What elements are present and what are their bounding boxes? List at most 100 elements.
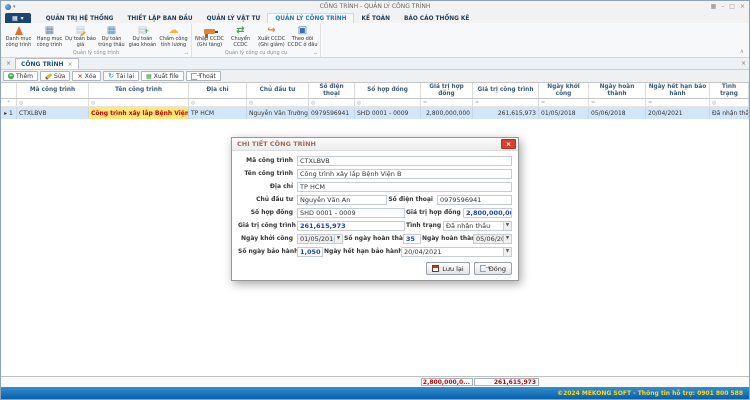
ngay-hoan-thanh-picker[interactable]: 05/06/2018 ▼	[473, 234, 512, 244]
column-header[interactable]: Mã công trình	[17, 83, 89, 98]
add-button[interactable]: + Thêm	[3, 71, 38, 81]
filter-cell[interactable]: =	[421, 99, 473, 106]
column-header[interactable]: Địa chỉ	[189, 83, 247, 98]
cell-ngay-hoan-thanh[interactable]: 05/06/2018	[589, 107, 646, 119]
close-panel-icon[interactable]: ×	[741, 60, 746, 67]
column-header[interactable]: Số hợp đồng	[355, 83, 421, 98]
column-header[interactable]: Ngày hoàn thành	[589, 83, 646, 98]
so-dien-thoai-field[interactable]: 0979596941	[437, 195, 512, 205]
so-ngay-bao-hanh-field[interactable]: 1,050	[297, 247, 323, 257]
row-marker-cell: ▸ 1	[1, 107, 17, 119]
tab-bao-cao-thong-ke[interactable]: BÁO CÁO THỐNG KÊ	[397, 14, 476, 23]
cell-ngay-het-han-bao-hanh[interactable]: 20/04/2021	[646, 107, 710, 119]
filter-cell[interactable]: ◎	[17, 99, 89, 106]
dialog-launcher-icon[interactable]: ⌐	[313, 50, 317, 56]
chu-dau-tu-field[interactable]: Nguyễn Văn An	[297, 195, 387, 205]
so-ngay-hoan-thanh-field[interactable]: 35	[403, 234, 421, 244]
style-icon[interactable]: ▦	[711, 3, 717, 10]
export-file-button[interactable]: ▦ Xuất file	[141, 71, 184, 81]
column-header[interactable]: Số điện thoại	[309, 83, 355, 98]
ribbon-button-nhap-ccdc[interactable]: Nhập CCDC (Ghi tăng)	[194, 24, 225, 49]
button-label: Thêm	[16, 73, 33, 80]
column-header[interactable]: Ngày hết hạn bảo hành	[646, 83, 710, 98]
cell-so-hop-dong[interactable]: SHD 0001 - 0009	[355, 107, 421, 119]
ngay-khoi-cong-picker[interactable]: 01/05/2018 ▼	[297, 234, 343, 244]
column-header[interactable]: Ngày khởi công	[539, 83, 589, 98]
ribbon-button-theo-doi-ccdc[interactable]: ▣ Theo dõi CCDC ở đâu	[287, 24, 318, 49]
ribbon-button-du-toan-bao-gia[interactable]: ▤ Dự toán báo giá	[65, 24, 96, 49]
filter-cell[interactable]: =	[539, 99, 589, 106]
ribbon-button-xuat-ccdc[interactable]: ↪ Xuất CCDC (Ghi giảm)	[256, 24, 287, 49]
cell-gia-tri-hop-dong[interactable]: 2,800,000,000	[421, 107, 473, 119]
dialog-close-button[interactable]: ×	[501, 139, 516, 149]
cell-chu-dau-tu[interactable]: Nguyễn Văn Trường	[247, 107, 309, 119]
ribbon-button-cham-cong-tinh-luong[interactable]: ☁ Chấm công tính lương	[158, 24, 189, 49]
filter-cell[interactable]: ◎	[89, 99, 189, 106]
restore-button[interactable]: □	[729, 3, 735, 10]
filter-cell[interactable]: ◎	[710, 99, 749, 106]
tab-thiet-lap-ban-dau[interactable]: THIẾT LẬP BAN ĐẦU	[120, 14, 199, 23]
cell-ten-cong-trinh[interactable]: Công trình xây lắp Bệnh Viện B	[89, 107, 189, 119]
application-menu-button[interactable]: ▦ ▾	[5, 13, 31, 23]
chevron-down-icon[interactable]: ▼	[503, 235, 511, 243]
ribbon-button-hang-muc-cong-trinh[interactable]: ▦ Hạng mục công trình	[34, 24, 65, 49]
edit-button[interactable]: Sửa	[40, 71, 70, 81]
doc-tab-cong-trinh[interactable]: CÔNG TRÌNH ×	[15, 58, 79, 69]
filter-cell[interactable]: ◎	[355, 99, 421, 106]
table-row[interactable]: ▸ 1 CTXLBVB Công trình xây lắp Bệnh Viện…	[1, 107, 749, 119]
tab-quan-ly-vat-tu[interactable]: QUẢN LÝ VẬT TƯ	[200, 14, 268, 23]
filter-marker-cell: *	[1, 99, 17, 106]
field-label-so-hop-dong: Số hợp đồng	[238, 209, 296, 216]
close-button[interactable]: ×	[740, 3, 745, 10]
close-dialog-button[interactable]: Đóng	[474, 262, 512, 275]
cell-gia-tri-cong-trinh[interactable]: 261,615,973	[473, 107, 539, 119]
column-header[interactable]: Tên công trình	[89, 83, 189, 98]
cell-tinh-trang[interactable]: Đã nhận thầu	[710, 107, 749, 119]
tab-quan-tri-he-thong[interactable]: QUẢN TRỊ HỆ THỐNG	[39, 14, 121, 23]
filter-cell[interactable]: =	[646, 99, 710, 106]
tab-quan-ly-cong-trinh[interactable]: QUẢN LÝ CÔNG TRÌNH	[267, 13, 354, 23]
cell-dia-chi[interactable]: TP HCM	[189, 107, 247, 119]
column-header[interactable]: Chủ đầu tư	[247, 83, 309, 98]
dialog-launcher-icon[interactable]: ⌐	[184, 50, 188, 56]
delete-x-icon: ×	[77, 72, 82, 80]
ten-cong-trinh-field[interactable]: Công trình xây lắp Bệnh Viện B	[297, 169, 512, 179]
cell-so-dien-thoai[interactable]: 0979596941	[309, 107, 355, 119]
close-all-tabs-icon[interactable]: ×	[6, 60, 11, 67]
chevron-down-icon[interactable]: ▼	[503, 248, 511, 256]
quick-access-toolbar[interactable]: ▾	[5, 4, 16, 10]
tinh-trang-select[interactable]: Đã nhận thầu ▼	[443, 221, 512, 231]
filter-cell[interactable]: ◎	[189, 99, 247, 106]
filter-cell[interactable]: =	[589, 99, 646, 106]
ribbon-button-du-toan-giao-khoan[interactable]: ▤ Dự toán giao khoán	[127, 24, 158, 49]
so-hop-dong-field[interactable]: SHD 0001 - 0009	[297, 208, 405, 218]
ribbon-button-label: Dự toán giao khoán	[127, 37, 158, 48]
save-button[interactable]: Lưu lại	[426, 262, 470, 275]
chevron-down-icon[interactable]: ▼	[503, 222, 511, 230]
ribbon-button-label: Hạng mục công trình	[34, 37, 65, 48]
filter-cell[interactable]: =	[473, 99, 539, 106]
ribbon-button-chuyen-ccdc[interactable]: ⇄ Chuyển CCDC	[225, 24, 256, 49]
tab-ke-toan[interactable]: KẾ TOÁN	[354, 14, 397, 23]
cell-ma-cong-trinh[interactable]: CTXLBVB	[17, 107, 89, 119]
exit-button[interactable]: Thoát	[186, 71, 221, 81]
filter-cell[interactable]: ◎	[247, 99, 309, 106]
delete-button[interactable]: × Xóa	[72, 71, 101, 81]
filter-cell[interactable]: ◎	[309, 99, 355, 106]
ribbon-button-danh-muc-cong-trinh[interactable]: Danh mục công trình	[3, 24, 34, 49]
chevron-down-icon[interactable]: ▼	[334, 235, 342, 243]
column-header[interactable]: Giá trị công trình	[473, 83, 539, 98]
close-tab-icon[interactable]: ×	[68, 61, 73, 68]
gia-tri-hop-dong-field[interactable]: 2,800,000,000	[463, 208, 512, 218]
minimize-button[interactable]: –	[721, 3, 724, 10]
column-header[interactable]: Tình trạng	[710, 83, 749, 98]
column-header[interactable]: Giá trị hợp đồng	[421, 83, 473, 98]
ribbon-collapse-icon[interactable]: ∧	[740, 48, 744, 55]
cell-ngay-khoi-cong[interactable]: 01/05/2018	[539, 107, 589, 119]
ngay-het-han-bao-hanh-picker[interactable]: 20/04/2021 ▼	[401, 247, 512, 257]
dia-chi-field[interactable]: TP HCM	[297, 182, 512, 192]
gia-tri-cong-trinh-field[interactable]: 261,615,973	[297, 221, 405, 231]
reload-button[interactable]: ↻ Tải lại	[103, 71, 139, 81]
ma-cong-trinh-field[interactable]: CTXLBVB	[297, 156, 512, 166]
ribbon-button-du-toan-trung-thau[interactable]: ▦ Dự toán trúng thầu	[96, 24, 127, 49]
